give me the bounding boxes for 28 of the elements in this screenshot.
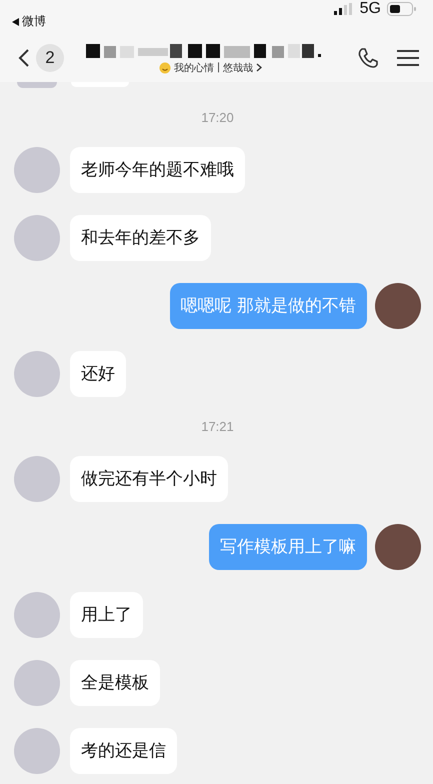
status-text: 悠哉哉 <box>223 62 254 74</box>
message-bubble: 嗯嗯呢 那就是做的不错 <box>170 283 367 329</box>
phone-icon[interactable] <box>357 47 379 69</box>
timestamp: 17:21 <box>200 419 235 434</box>
message-bubble: 做完还有半个小时 <box>70 456 228 502</box>
avatar[interactable] <box>375 283 421 329</box>
chevron-right-icon[interactable] <box>256 63 262 72</box>
avatar[interactable] <box>375 524 421 570</box>
back-chevron-icon[interactable] <box>18 48 30 68</box>
network-label: 5G <box>360 0 381 18</box>
message-bubble: 老师今年的题不难哦 <box>70 147 245 193</box>
smiley-icon <box>158 62 171 74</box>
avatar-fragment <box>17 82 57 88</box>
back-app-link[interactable]: 微博 <box>22 13 46 30</box>
message-bubble: 还好 <box>70 351 126 397</box>
timestamp: 17:20 <box>200 110 235 125</box>
message-bubble: 写作模板用上了嘛 <box>209 524 367 570</box>
message-bubble: 用上了 <box>70 592 143 638</box>
menu-icon[interactable] <box>397 49 419 67</box>
signal-icon <box>334 3 354 15</box>
separator: | <box>216 62 220 73</box>
back-triangle-icon[interactable] <box>12 18 19 26</box>
message-bubble: 和去年的差不多 <box>70 215 211 261</box>
message-bubble: 全是模板 <box>70 660 160 706</box>
status-label: 我的心情 <box>174 62 214 74</box>
unread-count-badge[interactable]: 2 <box>36 44 64 72</box>
message-bubble: 考的还是信 <box>70 728 177 774</box>
battery-icon <box>387 2 417 16</box>
